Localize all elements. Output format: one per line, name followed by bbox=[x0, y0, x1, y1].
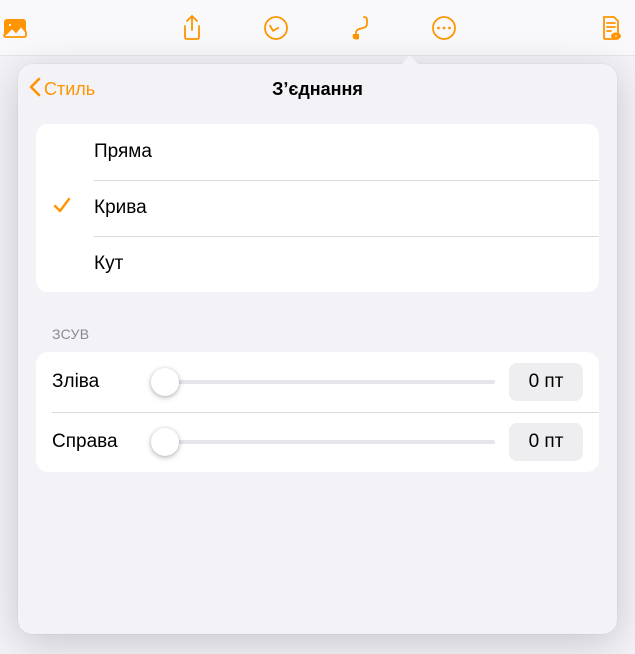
more-icon[interactable] bbox=[428, 12, 460, 44]
offset-right-row: Справа 0 пт bbox=[36, 412, 599, 472]
share-icon[interactable] bbox=[176, 12, 208, 44]
document-icon[interactable] bbox=[595, 12, 627, 44]
chevron-left-icon bbox=[28, 76, 42, 103]
checkmark-slot bbox=[52, 195, 94, 221]
offset-section-header: ЗСУВ bbox=[52, 326, 583, 342]
offset-left-label: Зліва bbox=[52, 371, 137, 393]
format-popover: Стиль Зʼєднання Пряма Крива Кут ЗСУВ bbox=[18, 64, 617, 634]
media-icon[interactable] bbox=[8, 12, 40, 44]
toolbar bbox=[0, 0, 635, 56]
offset-right-value[interactable]: 0 пт bbox=[509, 423, 583, 461]
list-item-label: Пряма bbox=[94, 141, 152, 163]
checkmark-icon bbox=[52, 195, 72, 221]
list-item-label: Кут bbox=[94, 253, 123, 275]
offset-right-label: Справа bbox=[52, 431, 137, 453]
slider-track-line bbox=[151, 380, 495, 384]
offset-sliders: Зліва 0 пт Справа 0 пт bbox=[36, 352, 599, 472]
offset-left-value[interactable]: 0 пт bbox=[509, 363, 583, 401]
offset-left-row: Зліва 0 пт bbox=[36, 352, 599, 412]
slider-track-line bbox=[151, 440, 495, 444]
connection-type-list: Пряма Крива Кут bbox=[36, 124, 599, 292]
offset-left-slider[interactable] bbox=[151, 367, 495, 397]
undo-icon[interactable] bbox=[260, 12, 292, 44]
popover-title: Зʼєднання bbox=[18, 79, 617, 100]
popover-header: Стиль Зʼєднання bbox=[18, 64, 617, 114]
format-brush-icon[interactable] bbox=[344, 12, 376, 44]
list-item-label: Крива bbox=[94, 197, 147, 219]
connection-type-straight[interactable]: Пряма bbox=[36, 124, 599, 180]
connection-type-curve[interactable]: Крива bbox=[36, 180, 599, 236]
back-label: Стиль bbox=[44, 79, 95, 100]
slider-thumb[interactable] bbox=[151, 368, 179, 396]
connection-type-corner[interactable]: Кут bbox=[36, 236, 599, 292]
back-button[interactable]: Стиль bbox=[28, 76, 95, 103]
offset-right-slider[interactable] bbox=[151, 427, 495, 457]
slider-thumb[interactable] bbox=[151, 428, 179, 456]
